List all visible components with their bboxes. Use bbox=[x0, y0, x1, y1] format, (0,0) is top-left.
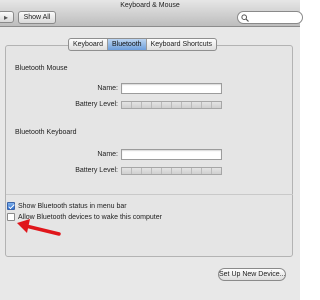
tab-bluetooth[interactable]: Bluetooth bbox=[107, 39, 147, 50]
title-bar: Keyboard & Mouse ▸ Show All bbox=[0, 0, 303, 27]
show-status-option[interactable]: Show Bluetooth status in menu bar bbox=[7, 202, 127, 210]
forward-arrow-icon[interactable]: ▸ bbox=[4, 12, 8, 23]
bluetooth-keyboard-heading: Bluetooth Keyboard bbox=[15, 129, 77, 136]
keyboard-battery-label: Battery Level: bbox=[75, 167, 118, 174]
set-up-new-device-button[interactable]: Set Up New Device... bbox=[218, 268, 286, 281]
search-field[interactable] bbox=[237, 11, 303, 24]
tab-keyboard[interactable]: Keyboard bbox=[69, 39, 108, 50]
tab-keyboard-shortcuts[interactable]: Keyboard Shortcuts bbox=[147, 39, 216, 50]
show-all-button[interactable]: Show All bbox=[18, 11, 56, 24]
mouse-battery-label: Battery Level: bbox=[75, 101, 118, 108]
show-status-label: Show Bluetooth status in menu bar bbox=[18, 202, 127, 210]
window-title: Keyboard & Mouse bbox=[120, 2, 180, 9]
keyboard-battery-indicator bbox=[121, 167, 222, 175]
section-divider bbox=[6, 194, 293, 195]
back-forward-buttons[interactable]: ▸ bbox=[0, 11, 14, 23]
search-icon bbox=[241, 14, 249, 22]
preferences-window: Keyboard & Mouse ▸ Show All Keyboard Blu… bbox=[0, 0, 303, 300]
mouse-battery-indicator bbox=[121, 101, 222, 109]
show-status-checkbox[interactable] bbox=[7, 202, 15, 210]
keyboard-name-field[interactable] bbox=[121, 149, 222, 160]
keyboard-name-label: Name: bbox=[97, 151, 118, 158]
mouse-name-field[interactable] bbox=[121, 83, 222, 94]
tab-bar: Keyboard Bluetooth Keyboard Shortcuts bbox=[68, 38, 218, 51]
allow-wake-label: Allow Bluetooth devices to wake this com… bbox=[18, 213, 162, 221]
bluetooth-mouse-heading: Bluetooth Mouse bbox=[15, 65, 68, 72]
allow-wake-checkbox[interactable] bbox=[7, 213, 15, 221]
mouse-name-label: Name: bbox=[97, 85, 118, 92]
allow-wake-option[interactable]: Allow Bluetooth devices to wake this com… bbox=[7, 213, 162, 221]
